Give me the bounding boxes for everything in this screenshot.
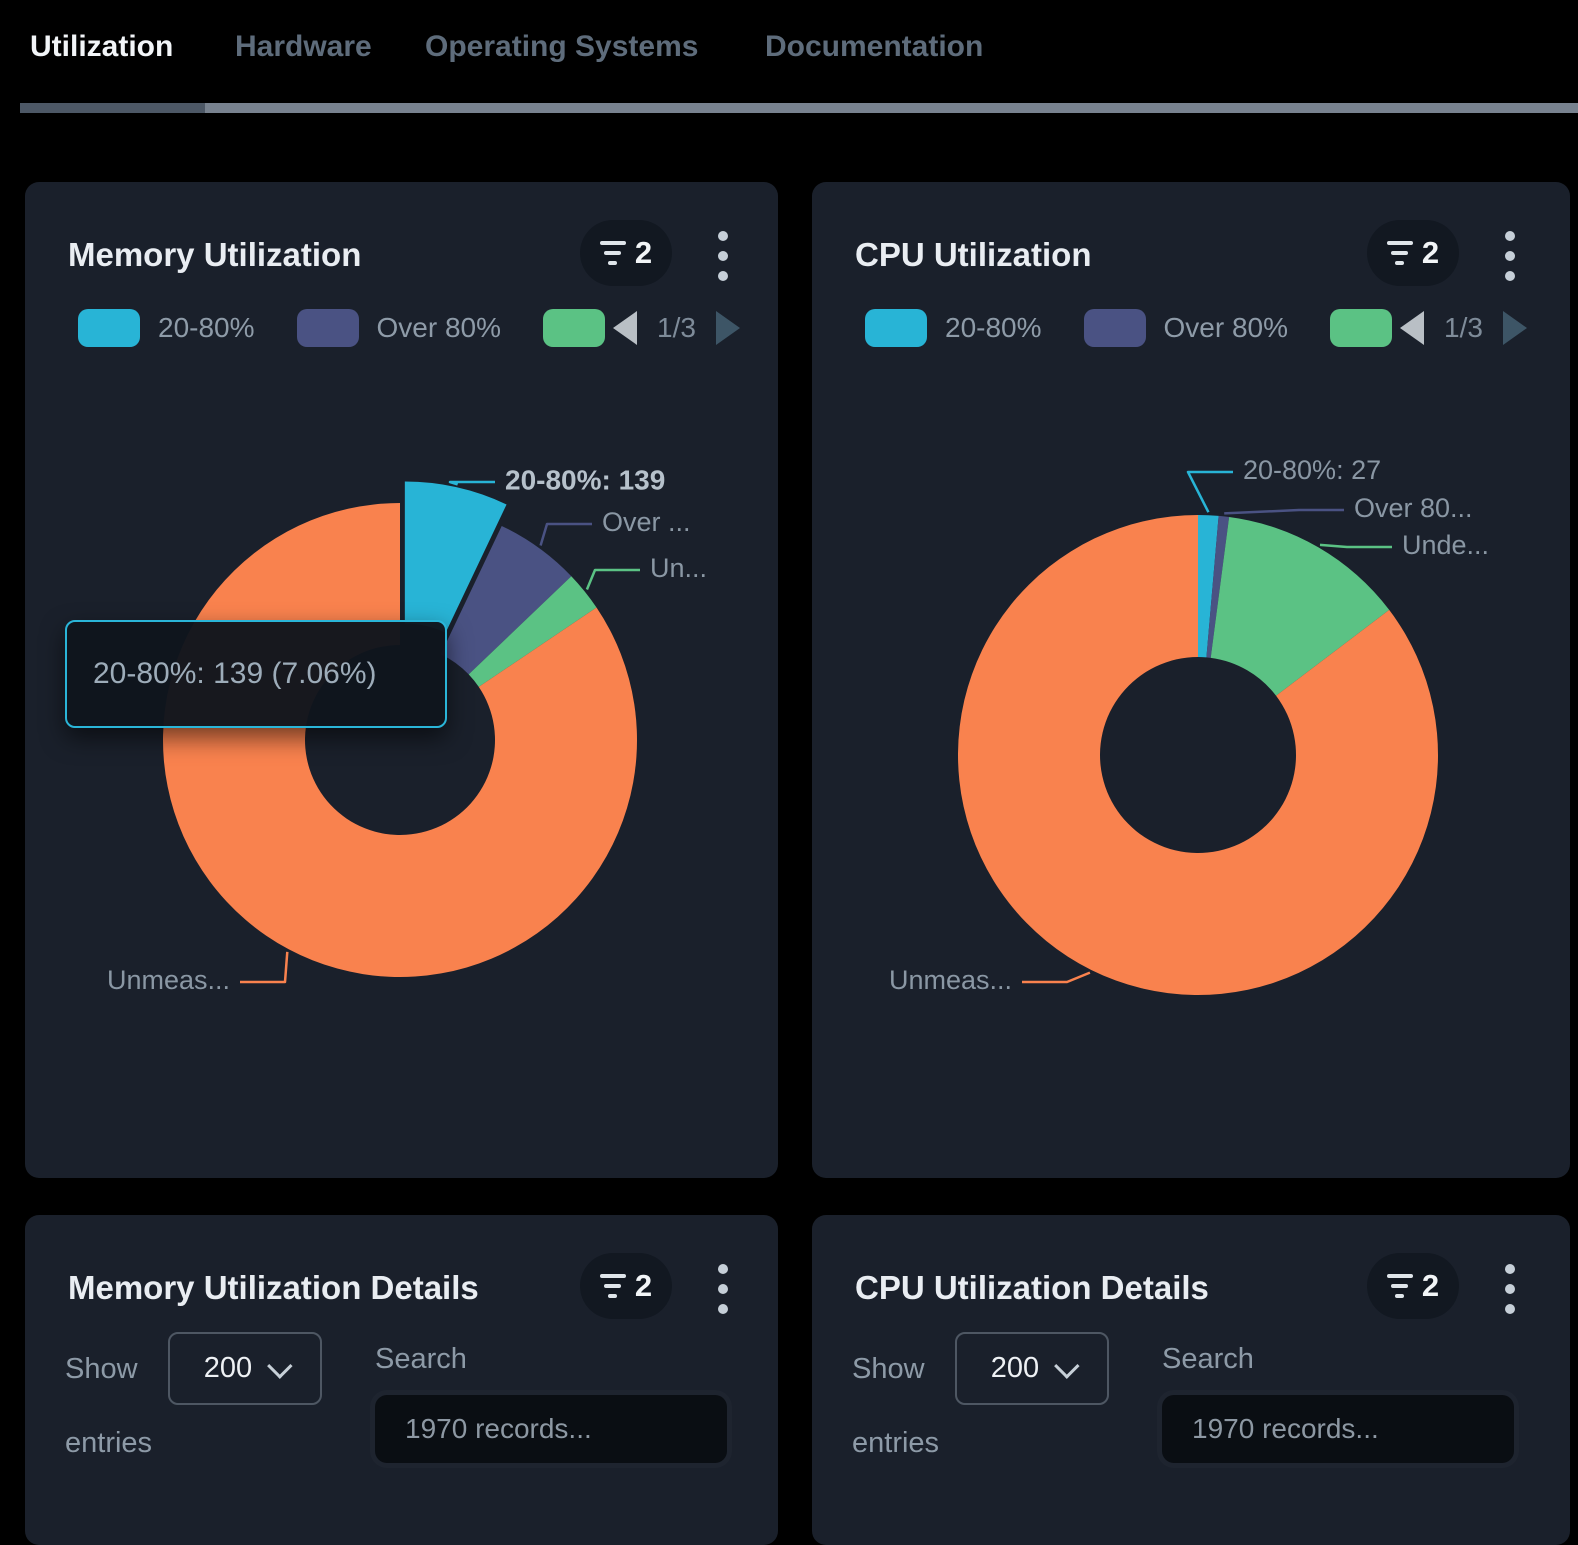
- label-leader-line: [448, 480, 495, 486]
- tab-documentation[interactable]: Documentation: [765, 30, 983, 64]
- filter-badge[interactable]: 2: [580, 1253, 672, 1319]
- page-size-value: 200: [203, 1352, 253, 1384]
- label-leader-line: [1319, 543, 1392, 549]
- slice-label: Unde...: [1402, 530, 1489, 560]
- chevron-down-icon: [1054, 1352, 1080, 1379]
- entries-label: entries: [852, 1427, 940, 1459]
- memory-details-card: Memory Utilization Details 2 Show 200 en…: [25, 1215, 778, 1545]
- filter-icon: [599, 1274, 626, 1298]
- chart-tooltip: 20-80%: 139 (7.06%): [65, 620, 447, 728]
- show-label: Show: [65, 1353, 138, 1385]
- tab-underline: [205, 103, 1578, 113]
- card-title: CPU Utilization Details: [855, 1269, 1209, 1306]
- slice-label: Over ...: [602, 507, 691, 537]
- search-input[interactable]: [375, 1395, 727, 1463]
- slice-label: Un...: [650, 553, 707, 583]
- show-label: Show: [852, 1353, 925, 1385]
- slice-label: 20-80%: 139: [505, 464, 665, 495]
- cpu-donut-chart[interactable]: 20-80%: 27 Over 80... Unde... Unmeas...: [812, 182, 1570, 1178]
- page-size-select[interactable]: 200: [955, 1332, 1109, 1405]
- page-size-value: 200: [990, 1352, 1040, 1384]
- filter-count: 2: [1421, 1268, 1440, 1303]
- tab-operating-systems[interactable]: Operating Systems: [425, 30, 698, 64]
- filter-count: 2: [634, 1268, 653, 1303]
- page-size-select[interactable]: 200: [168, 1332, 322, 1405]
- chevron-down-icon: [267, 1352, 293, 1379]
- kebab-menu-icon[interactable]: [1490, 1261, 1530, 1317]
- search-label: Search: [1162, 1343, 1254, 1375]
- label-leader-line: [240, 951, 289, 984]
- slice-label: Unmeas...: [889, 965, 1012, 995]
- slice-label: Over 80...: [1354, 493, 1473, 523]
- search-label: Search: [375, 1343, 467, 1375]
- kebab-menu-icon[interactable]: [703, 1261, 743, 1317]
- cpu-details-card: CPU Utilization Details 2 Show 200 entri…: [812, 1215, 1570, 1545]
- label-leader-line: [1186, 470, 1233, 513]
- memory-utilization-card: Memory Utilization 2 20-80% Over 80% 1/3 2…: [25, 182, 778, 1178]
- tab-hardware[interactable]: Hardware: [235, 30, 372, 64]
- label-leader-line: [1022, 971, 1091, 984]
- filter-badge[interactable]: 2: [1367, 1253, 1459, 1319]
- entries-label: entries: [65, 1427, 153, 1459]
- slice-label: Unmeas...: [107, 965, 230, 995]
- slice-label: 20-80%: 27: [1243, 455, 1381, 485]
- tab-utilization[interactable]: Utilization: [30, 30, 173, 64]
- label-leader-line: [585, 568, 640, 590]
- filter-icon: [1386, 1274, 1413, 1298]
- active-tab-indicator: [20, 103, 205, 113]
- label-leader-line: [1224, 508, 1344, 515]
- label-leader-line: [539, 522, 592, 546]
- search-input[interactable]: [1162, 1395, 1514, 1463]
- cpu-utilization-card: CPU Utilization 2 20-80% Over 80% 1/3 20-8…: [812, 182, 1570, 1178]
- card-title: Memory Utilization Details: [68, 1269, 479, 1306]
- tab-bar: Utilization Hardware Operating Systems Docu…: [0, 0, 1578, 117]
